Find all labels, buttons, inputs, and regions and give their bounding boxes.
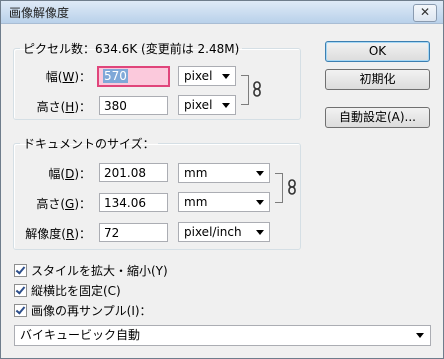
doc-constrain-bracket: [275, 173, 283, 203]
doc-height-value: 134.06: [104, 196, 146, 210]
checkbox-box[interactable]: [14, 304, 27, 317]
chevron-down-icon: [416, 333, 424, 338]
resolution-unit-select[interactable]: pixel/inch: [178, 222, 270, 242]
resolution-value: 72: [104, 226, 120, 240]
pixel-width-value: 570: [103, 69, 128, 83]
doc-height-unit: mm: [184, 195, 208, 209]
resolution-input[interactable]: 72: [99, 223, 168, 242]
pixel-height-value: 380: [104, 99, 127, 113]
auto-button[interactable]: 自動設定(A)...: [325, 107, 430, 128]
constrain-label: 縦横比を固定(C): [31, 284, 121, 298]
pixel-width-input[interactable]: 570: [97, 66, 170, 87]
chevron-down-icon: [222, 103, 230, 108]
doc-width-label: 幅(D)：: [48, 167, 91, 181]
pixel-dimensions-legend: ピクセル数：634.6K (変更前は 2.48M): [23, 42, 240, 56]
chevron-down-icon: [256, 200, 264, 205]
resample-checkbox[interactable]: 画像の再サンプル(I)：: [14, 302, 152, 319]
checkbox-box[interactable]: [14, 284, 27, 297]
doc-height-input[interactable]: 134.06: [99, 193, 168, 212]
doc-width-unit: mm: [184, 166, 208, 180]
resample-method-value: バイキュービック自動: [20, 328, 141, 342]
pixel-height-label: 高さ(H)：: [36, 100, 91, 114]
resolution-unit: pixel/inch: [184, 225, 242, 239]
resample-label: 画像の再サンプル(I)：: [31, 304, 152, 318]
checkmark-icon: [15, 304, 26, 315]
constrain-proportions-checkbox[interactable]: 縦横比を固定(C): [14, 282, 121, 299]
resolution-label: 解像度(R)：: [25, 227, 91, 241]
chevron-down-icon: [256, 230, 264, 235]
chevron-down-icon: [222, 74, 230, 79]
checkmark-icon: [15, 264, 26, 275]
image-size-dialog: 画像解像度 ✕ ピクセル数：634.6K (変更前は 2.48M) 幅(W)： …: [0, 0, 444, 359]
chain-link-icon: [253, 81, 261, 97]
pixel-height-input[interactable]: 380: [99, 96, 168, 115]
scale-styles-label: スタイルを拡大・縮小(Y): [31, 264, 168, 278]
checkmark-icon: [15, 284, 26, 295]
title-bar: 画像解像度 ✕: [1, 1, 443, 24]
reset-button[interactable]: 初期化: [325, 69, 430, 90]
chain-link-icon: [288, 179, 296, 195]
checkbox-box[interactable]: [14, 264, 27, 277]
scale-styles-checkbox[interactable]: スタイルを拡大・縮小(Y): [14, 262, 168, 279]
dialog-body: ピクセル数：634.6K (変更前は 2.48M) 幅(W)： 570 pixe…: [2, 24, 442, 357]
constrain-bracket: [241, 75, 249, 105]
doc-width-input[interactable]: 201.08: [99, 163, 168, 182]
resample-method-select[interactable]: バイキュービック自動: [14, 325, 431, 346]
close-button[interactable]: ✕: [413, 4, 437, 22]
pixel-height-unit-select[interactable]: pixel: [178, 95, 236, 115]
document-size-legend: ドキュメントのサイズ：: [23, 137, 155, 151]
doc-height-unit-select[interactable]: mm: [178, 192, 270, 212]
ok-button[interactable]: OK: [325, 41, 430, 62]
pixel-width-unit-select[interactable]: pixel: [178, 66, 236, 86]
chevron-down-icon: [256, 171, 264, 176]
pixel-width-label: 幅(W)：: [45, 70, 91, 84]
pixel-width-unit: pixel: [184, 69, 213, 83]
pixel-height-unit: pixel: [184, 98, 213, 112]
doc-height-label: 高さ(G)：: [36, 197, 91, 211]
window-title: 画像解像度: [9, 6, 70, 20]
doc-width-unit-select[interactable]: mm: [178, 163, 270, 183]
doc-width-value: 201.08: [104, 166, 146, 180]
